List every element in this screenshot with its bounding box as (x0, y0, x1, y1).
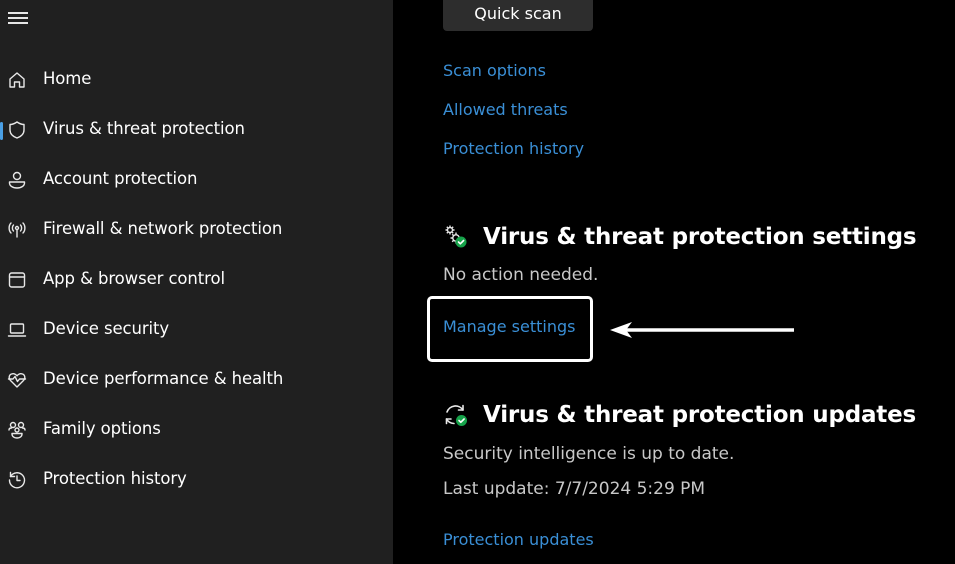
app-window-icon (7, 270, 27, 290)
annotation-highlight-box (427, 296, 593, 362)
sidebar: Home Virus & threat protection Account p… (0, 0, 393, 564)
updates-status-text: Security intelligence is up to date. (443, 444, 735, 464)
sync-check-icon (443, 402, 469, 428)
sidebar-item-firewall-network-protection[interactable]: Firewall & network protection (0, 210, 393, 250)
wireless-antenna-icon (7, 220, 27, 240)
sidebar-item-account-protection[interactable]: Account protection (0, 160, 393, 200)
sidebar-item-app-browser-control[interactable]: App & browser control (0, 260, 393, 300)
updates-section-title: Virus & threat protection updates (483, 402, 916, 428)
settings-section-title: Virus & threat protection settings (483, 224, 917, 250)
scan-options-link[interactable]: Scan options (443, 61, 546, 80)
hamburger-menu-icon[interactable] (8, 10, 28, 26)
home-icon (7, 70, 27, 90)
sidebar-item-label: Device security (43, 319, 170, 338)
sidebar-item-label: Protection history (43, 469, 187, 488)
person-icon (7, 170, 27, 190)
annotation-arrow-icon (610, 322, 794, 338)
settings-status-text: No action needed. (443, 265, 599, 285)
quick-scan-button[interactable]: Quick scan (443, 0, 593, 31)
heart-pulse-icon (7, 370, 27, 390)
active-indicator (0, 122, 3, 140)
sidebar-item-label: Virus & threat protection (43, 119, 245, 138)
protection-history-link[interactable]: Protection history (443, 139, 584, 158)
sidebar-item-label: Firewall & network protection (43, 219, 283, 238)
shield-icon (7, 120, 27, 140)
allowed-threats-link[interactable]: Allowed threats (443, 100, 568, 119)
family-icon (7, 420, 27, 440)
protection-updates-link[interactable]: Protection updates (443, 530, 594, 549)
last-update-text: Last update: 7/7/2024 5:29 PM (443, 479, 706, 499)
sidebar-item-family-options[interactable]: Family options (0, 410, 393, 450)
sidebar-item-label: App & browser control (43, 269, 225, 288)
sidebar-item-label: Home (43, 69, 92, 88)
settings-gears-check-icon (443, 224, 469, 250)
laptop-icon (7, 320, 27, 340)
sidebar-item-label: Device performance & health (43, 369, 284, 388)
sidebar-item-label: Account protection (43, 169, 198, 188)
sidebar-item-virus-threat-protection[interactable]: Virus & threat protection (0, 110, 393, 150)
sidebar-item-protection-history[interactable]: Protection history (0, 460, 393, 500)
sidebar-item-device-security[interactable]: Device security (0, 310, 393, 350)
sidebar-item-home[interactable]: Home (0, 60, 393, 100)
history-clock-icon (7, 470, 27, 490)
sidebar-item-label: Family options (43, 419, 161, 438)
sidebar-item-device-performance-health[interactable]: Device performance & health (0, 360, 393, 400)
